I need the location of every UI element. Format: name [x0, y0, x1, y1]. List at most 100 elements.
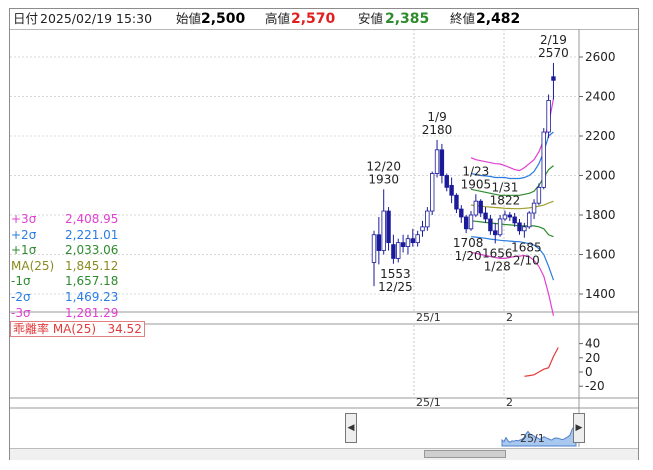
- x-tick-label-lower: 2: [506, 396, 513, 409]
- candle-body: [468, 214, 474, 230]
- bollinger-minus1-line: [470, 220, 554, 238]
- candle-body: [391, 244, 396, 259]
- candle-body: [454, 194, 459, 210]
- candle-body: [381, 210, 386, 251]
- candle-body: [488, 218, 493, 232]
- x-tick-label: 25/1: [416, 311, 441, 324]
- candle-body: [415, 234, 420, 244]
- navigator-tick-label: 25/1: [520, 432, 545, 445]
- oscillator-value: 34.52: [107, 322, 142, 336]
- candle-body: [386, 210, 391, 244]
- scroll-left-button[interactable]: ◀: [345, 413, 357, 443]
- legend-entry: +2σ 2,221.01: [11, 228, 118, 244]
- legend-entry-value: 2,033.06: [65, 243, 119, 258]
- horizontal-scrollbar[interactable]: [10, 448, 638, 460]
- legend-entry-value: 1,845.12: [65, 258, 119, 273]
- x-tick-label: 2: [506, 311, 513, 324]
- low-annotation-value: 1553: [380, 267, 411, 281]
- low-annotation-value: 1656: [482, 246, 513, 260]
- candle-body: [371, 234, 377, 263]
- candle-body: [551, 76, 556, 81]
- legend-entry: +1σ 2,033.06: [11, 243, 118, 259]
- candle-body: [376, 234, 382, 251]
- candle-body: [478, 200, 483, 214]
- candle-body: [497, 218, 503, 236]
- low-annotation-date: 12/25: [378, 280, 413, 294]
- candle-body: [517, 222, 522, 232]
- legend-entry: -2σ 1,469.23: [11, 290, 118, 306]
- oscillator-label: 乖離率 MA(25) 34.52: [10, 321, 145, 337]
- candle-body: [531, 202, 537, 214]
- candle-body: [439, 149, 445, 176]
- oscillator-tick-label: 40: [585, 337, 600, 351]
- price-tick-label: 1800: [585, 208, 616, 222]
- scrollbar-thumb[interactable]: [424, 450, 506, 458]
- price-tick-label: 2000: [585, 169, 616, 183]
- chart-window: 日付 2025/02/19 15:30 始値 2,500 高値 2,570 安値…: [9, 8, 639, 460]
- high-annotation-value: 1905: [461, 177, 492, 191]
- candle-body: [527, 212, 532, 228]
- candle-body: [493, 230, 498, 236]
- legend-entry: MA(25) 1,845.12: [11, 259, 118, 275]
- high-annotation-date: 1/31: [491, 181, 518, 195]
- candle-body: [512, 216, 517, 224]
- low-annotation-date: 1/28: [484, 259, 511, 273]
- candle-body: [522, 226, 527, 232]
- scroll-right-button[interactable]: ▶: [573, 413, 585, 443]
- candle-body: [459, 208, 464, 218]
- candle-body: [502, 214, 508, 220]
- price-tick-label: 2400: [585, 90, 616, 104]
- legend-entry: -3σ 1,281.29: [11, 306, 118, 322]
- candle-body: [444, 175, 449, 188]
- oscillator-tick-label: 20: [585, 351, 600, 365]
- candle-body: [546, 100, 551, 133]
- legend-entry-name: +1σ: [11, 243, 37, 258]
- price-tick-label: 2200: [585, 129, 616, 143]
- high-annotation-date: 1/23: [462, 164, 489, 178]
- legend-entry: -1σ 1,657.18: [11, 274, 118, 290]
- high-annotation-value: 1930: [368, 172, 399, 186]
- candle-body: [429, 173, 435, 212]
- low-annotation-date: 1/20: [455, 249, 482, 263]
- price-tick-label: 1400: [585, 287, 616, 301]
- high-annotation-value: 2180: [422, 123, 453, 137]
- chevron-left-icon: ◀: [347, 423, 355, 433]
- price-tick-label: 2600: [585, 50, 616, 64]
- legend-entry: +3σ 2,408.95: [11, 212, 118, 228]
- candle-body: [400, 242, 406, 247]
- candle-body: [536, 186, 542, 204]
- high-annotation-date: 1/9: [427, 110, 446, 124]
- candle-body: [434, 149, 440, 174]
- low-annotation-value: 1708: [453, 236, 484, 250]
- price-tick-label: 1600: [585, 248, 616, 262]
- candle-body: [420, 226, 425, 232]
- chevron-right-icon: ▶: [575, 423, 583, 433]
- candle-body: [507, 214, 512, 218]
- deviation-rate-line: [524, 347, 559, 377]
- legend-entry-value: 2,221.01: [65, 227, 119, 242]
- candle-body: [449, 184, 454, 196]
- candle-body: [396, 242, 401, 259]
- high-annotation-value: 2570: [538, 46, 569, 60]
- high-annotation-date: 2/19: [540, 33, 567, 47]
- legend-entry-value: 2,408.95: [65, 212, 119, 226]
- legend-entry-name: -3σ: [11, 305, 31, 320]
- candle-body: [425, 210, 430, 228]
- legend-entry-name: -1σ: [11, 274, 31, 289]
- candle-body: [463, 216, 469, 230]
- x-tick-label-lower: 25/1: [416, 396, 441, 409]
- high-annotation-date: 12/20: [366, 159, 401, 173]
- legend-entry-name: +2σ: [11, 227, 37, 242]
- candle-body: [541, 131, 546, 188]
- legend-entry-name: MA(25): [11, 258, 55, 273]
- oscillator-tick-label: -20: [585, 379, 605, 393]
- candle-body: [410, 238, 415, 244]
- legend-entry-name: +3σ: [11, 212, 37, 226]
- legend-entry-value: 1,657.18: [65, 274, 119, 289]
- high-annotation-value: 1822: [490, 194, 521, 208]
- candle-body: [473, 200, 479, 216]
- candle-body: [483, 212, 488, 220]
- low-annotation-value: 1685: [511, 241, 542, 255]
- candle-body: [405, 238, 411, 247]
- low-annotation-date: 2/10: [513, 254, 540, 268]
